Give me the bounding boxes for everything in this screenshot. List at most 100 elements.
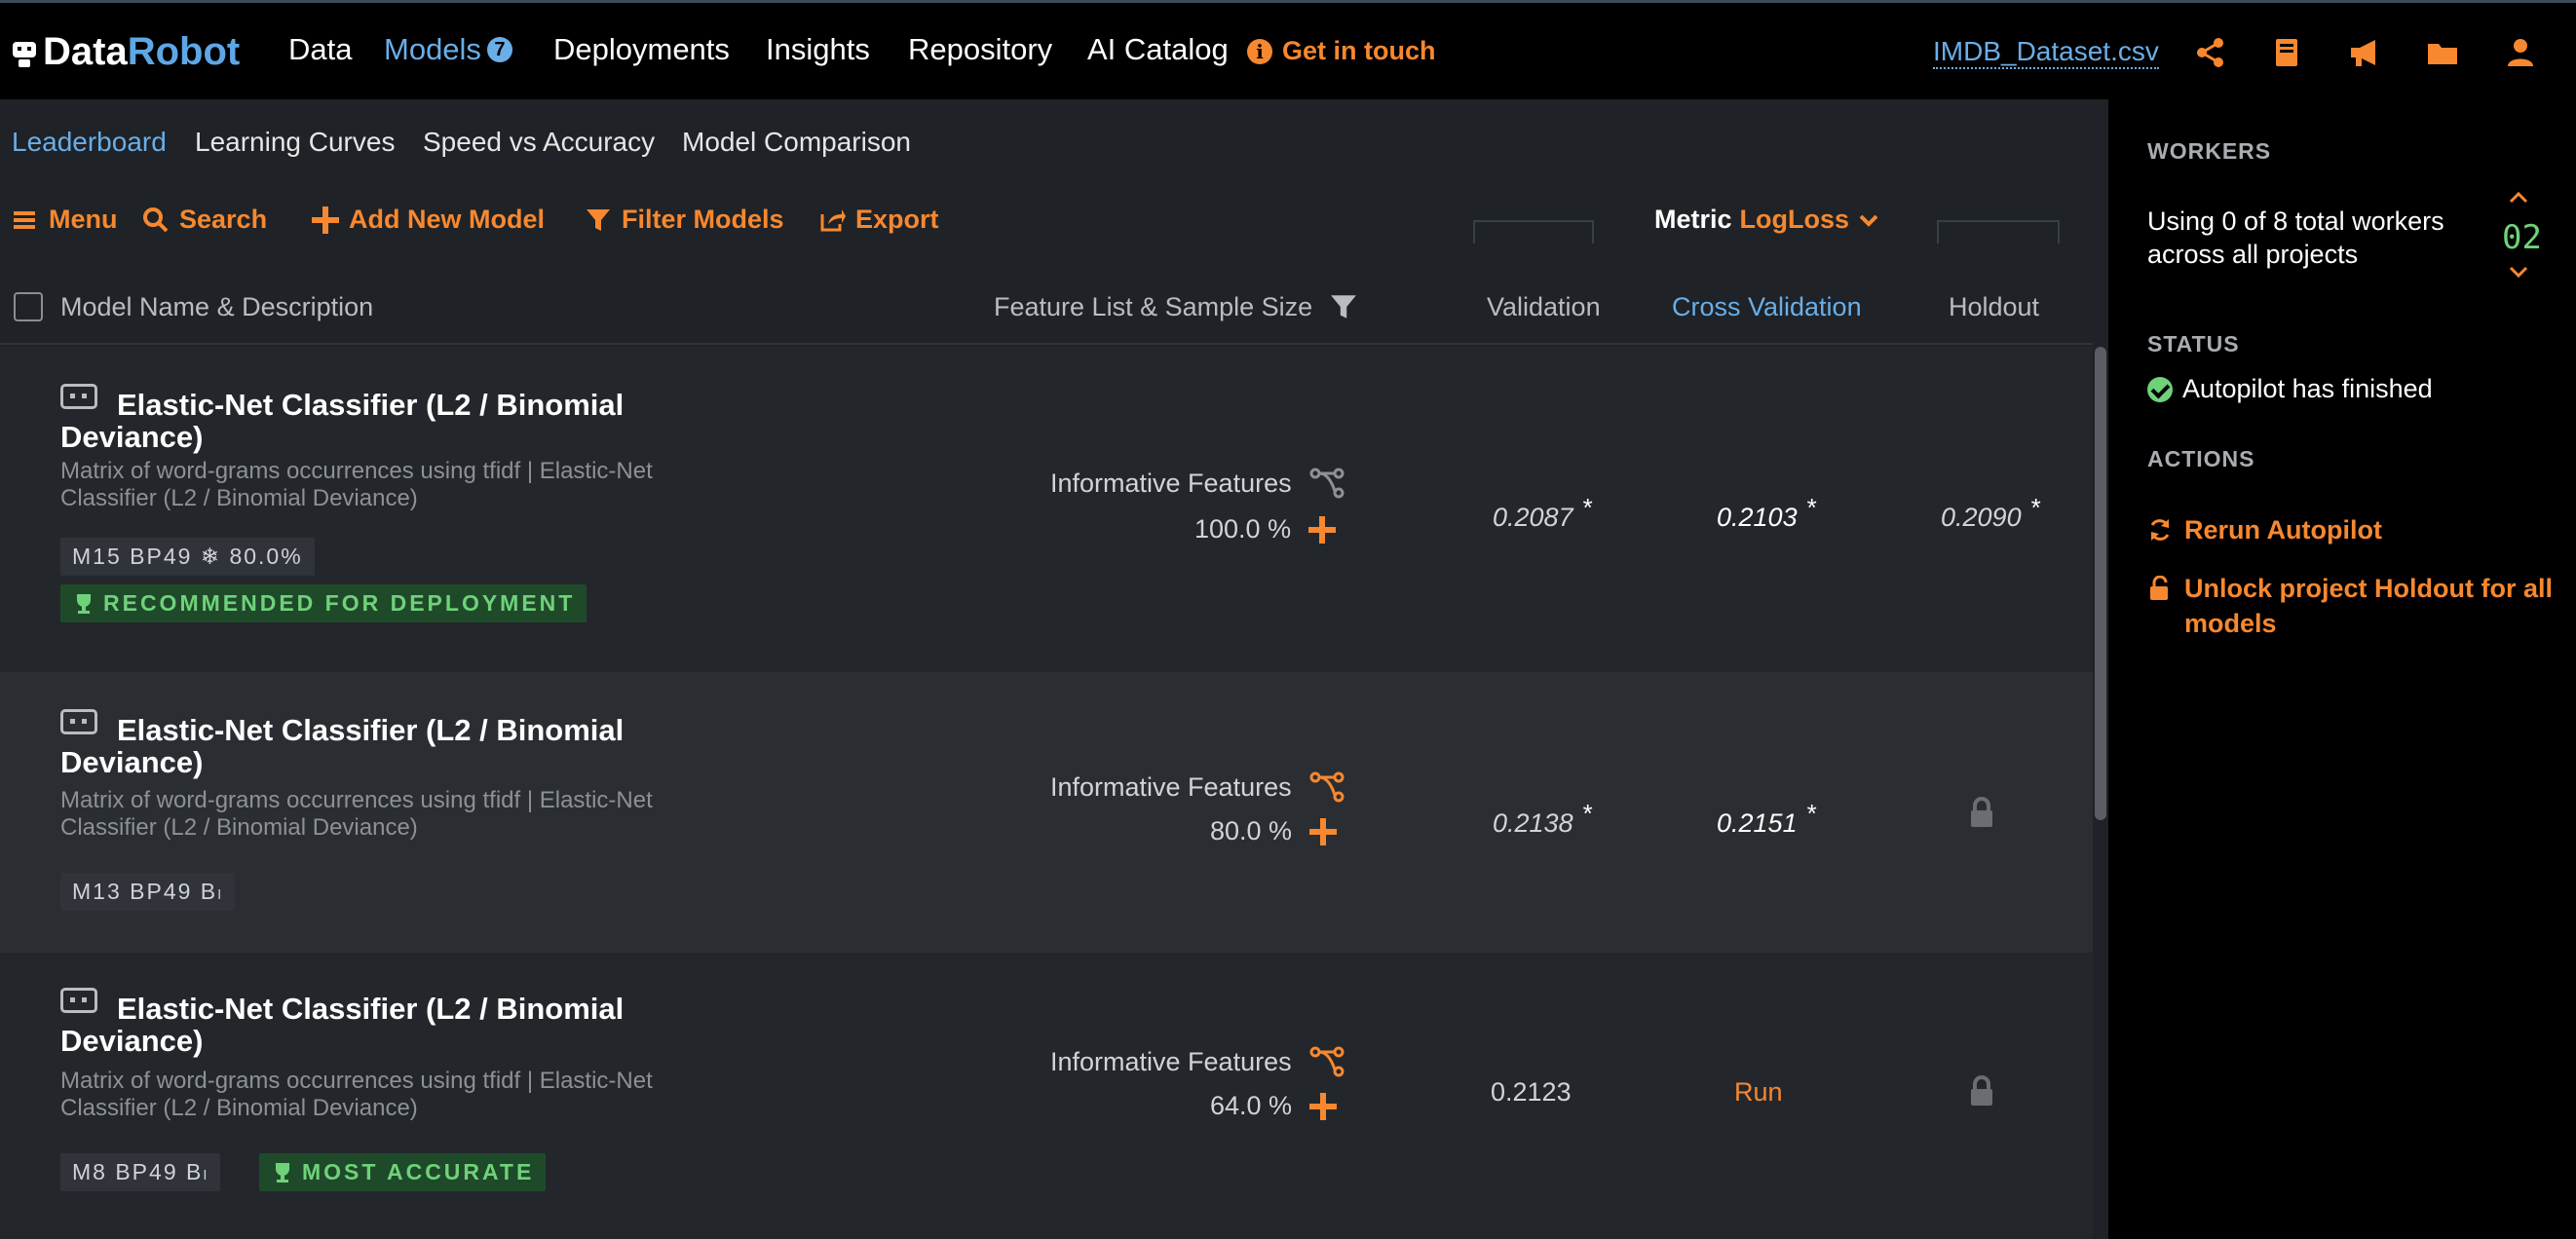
feature-list[interactable]: Informative Features [1050,468,1345,499]
validation-score-asterisk: * [1582,493,1593,522]
add-sample-plus-icon[interactable] [1309,1092,1338,1120]
dataset-name-link[interactable]: IMDB_Dataset.csv [1933,36,2159,69]
export-button[interactable]: Export [818,205,939,235]
menu-button[interactable]: Menu [12,205,118,235]
feature-graph-icon[interactable] [1309,771,1345,803]
feature-list-label: Informative Features [1050,468,1292,498]
table-row[interactable]: Elastic-Net Classifier (L2 / Binomial De… [0,953,2093,1239]
blueprint-icon [60,384,97,409]
nav-insights[interactable]: Insights [766,32,870,67]
status-heading: STATUS [2147,331,2240,357]
cross-validation-score[interactable]: 0.2103 * [1717,493,1817,533]
holdout-score-asterisk: * [2030,493,2041,522]
model-name-text: Elastic-Net Classifier (L2 / Binomial De… [60,713,625,779]
tab-model-comparison[interactable]: Model Comparison [682,127,911,158]
column-holdout[interactable]: Holdout [1949,292,2039,322]
check-circle-icon [2147,376,2173,402]
cross-validation-score-asterisk: * [1806,799,1817,828]
add-new-model-button[interactable]: Add New Model [312,205,545,235]
run-cross-validation-link[interactable]: Run [1734,1077,1783,1108]
folder-icon[interactable] [2426,36,2459,69]
logo-text-robot: Robot [127,29,241,73]
add-sample-plus-icon[interactable] [1309,817,1338,845]
book-icon[interactable] [2270,36,2303,69]
chevron-up-icon[interactable] [2508,187,2529,208]
cross-validation-score[interactable]: 0.2151 * [1717,799,1817,839]
model-name[interactable]: Elastic-Net Classifier (L2 / Binomial De… [60,709,664,778]
model-tags: M15 BP49 ❄ 80.0% [60,538,315,576]
scrollbar-thumb[interactable] [2095,347,2106,820]
robot-logo-icon [13,42,36,67]
hamburger-icon [14,210,35,229]
cross-validation-score-value: 0.2151 [1717,808,1798,838]
model-name[interactable]: Elastic-Net Classifier (L2 / Binomial De… [60,988,664,1057]
add-sample-plus-icon[interactable] [1308,515,1337,544]
table-row[interactable]: Elastic-Net Classifier (L2 / Binomial De… [0,672,2093,953]
model-description: Matrix of word-grams occurrences using t… [60,787,653,841]
unlock-holdout-button[interactable]: Unlock project Holdout for all models [2147,571,2557,641]
model-tags: M13 BP49 Bₗ [60,873,235,911]
tab-speed-vs-accuracy[interactable]: Speed vs Accuracy [423,127,655,158]
nav-repository[interactable]: Repository [908,32,1052,67]
workers-heading: WORKERS [2147,138,2272,164]
refresh-icon [2150,519,2170,541]
table-row[interactable]: Elastic-Net Classifier (L2 / Binomial De… [0,347,2093,672]
model-description: Matrix of word-grams occurrences using t… [60,458,653,511]
validation-score[interactable]: 0.2138 * [1493,799,1593,839]
nav-models[interactable]: Models 7 [384,32,512,67]
select-all-checkbox[interactable] [14,292,43,321]
plus-icon [312,206,339,234]
column-cross-validation[interactable]: Cross Validation [1672,292,1862,322]
rerun-autopilot-label: Rerun Autopilot [2184,515,2382,544]
feature-list-label: Informative Features [1050,1046,1292,1076]
trophy-icon [276,1162,289,1183]
recommended-badge: RECOMMENDED FOR DEPLOYMENT [60,584,587,622]
validation-score[interactable]: 0.2087 * [1493,493,1593,533]
get-in-touch-link[interactable]: i Get in touch [1247,36,1436,66]
column-validation[interactable]: Validation [1487,292,1601,322]
user-icon[interactable] [2504,36,2537,69]
info-icon: i [1247,38,1272,64]
rerun-autopilot-button[interactable]: Rerun Autopilot [2147,512,2382,547]
feature-filter-icon[interactable] [1329,292,1358,321]
column-feature-list[interactable]: Feature List & Sample Size [994,292,1312,322]
chevron-down-icon[interactable] [2508,261,2529,282]
nav-deployments[interactable]: Deployments [553,32,730,67]
model-name[interactable]: Elastic-Net Classifier (L2 / Binomial De… [60,384,664,453]
add-new-model-label: Add New Model [349,205,545,234]
feature-graph-icon[interactable] [1309,468,1345,499]
nav-data[interactable]: Data [288,32,352,67]
model-description: Matrix of word-grams occurrences using t… [60,1068,653,1121]
tab-leaderboard[interactable]: Leaderboard [12,127,167,158]
recommended-badge-label: RECOMMENDED FOR DEPLOYMENT [103,590,576,616]
unlock-holdout-label: Unlock project Holdout for all models [2184,574,2554,638]
feature-list-label: Informative Features [1050,771,1292,802]
holdout-score-value: 0.2090 [1941,503,2022,532]
holdout-score[interactable]: 0.2090 * [1941,493,2041,533]
megaphone-icon[interactable] [2348,36,2381,69]
top-navigation-bar: Data Robot Data Models 7 Deployments Insig… [0,0,2576,99]
feature-list[interactable]: Informative Features [1050,771,1345,803]
column-model-name[interactable]: Model Name & Description [60,292,373,322]
export-icon [820,208,846,231]
filter-models-button[interactable]: Filter Models [585,205,784,235]
filter-icon [587,208,610,231]
search-button[interactable]: Search [142,205,267,235]
blueprint-icon [60,709,97,734]
most-accurate-badge-label: MOST ACCURATE [302,1159,535,1184]
blueprint-icon [60,988,97,1013]
unlock-icon [2150,576,2168,600]
feature-graph-icon[interactable] [1309,1046,1345,1077]
metric-value: LogLoss [1739,205,1850,234]
feature-list[interactable]: Informative Features [1050,1046,1345,1077]
metric-selector[interactable]: Metric LogLoss [1654,205,1880,235]
validation-score-asterisk: * [1582,799,1593,828]
validation-score[interactable]: 0.2123 [1491,1077,1572,1108]
trophy-icon [77,593,91,614]
share-icon[interactable] [2194,36,2227,69]
filter-models-label: Filter Models [622,205,784,234]
tab-learning-curves[interactable]: Learning Curves [195,127,395,158]
datarobot-logo[interactable]: Data Robot [10,24,240,79]
cross-validation-score-asterisk: * [1806,493,1817,522]
nav-ai-catalog[interactable]: AI Catalog [1087,32,1229,67]
